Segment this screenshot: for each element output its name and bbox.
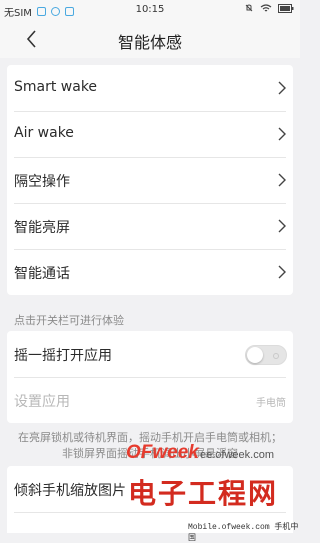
status-right — [244, 3, 294, 13]
setting-label: Smart wake — [14, 79, 98, 95]
setting-label: 智能亮屏 — [14, 220, 70, 236]
watermark-brand: OFweek — [126, 442, 199, 463]
setting-label: Air wake — [14, 125, 74, 141]
setting-row-shake-open-app[interactable]: 摇一摇打开应用 — [7, 331, 293, 377]
watermark-url: ee.ofweek.com — [200, 449, 274, 461]
shake-toggle[interactable] — [245, 345, 287, 365]
setting-label: 摇一摇打开应用 — [14, 348, 112, 364]
chevron-right-icon — [278, 127, 286, 141]
divider — [14, 512, 286, 513]
settings-card: Smart wake Air wake 隔空操作 智能亮屏 智能通话 — [7, 65, 293, 295]
page-title: 智能体感 — [117, 33, 182, 52]
section-hint: 点击开关栏可进行体验 — [14, 314, 124, 327]
chevron-right-icon — [278, 81, 286, 95]
mute-icon — [245, 4, 253, 12]
setting-label: 设置应用 — [14, 394, 70, 410]
setting-row-smart-call[interactable]: 智能通话 — [7, 249, 293, 295]
setting-row-smart-screen-on[interactable]: 智能亮屏 — [7, 203, 293, 249]
setting-row-smart-wake[interactable]: Smart wake — [7, 65, 293, 111]
chevron-right-icon — [278, 265, 286, 279]
setting-label: 倾斜手机缩放图片 — [14, 483, 126, 499]
chevron-right-icon — [278, 173, 286, 187]
toggle-off-indicator — [273, 353, 279, 359]
setting-value: 手电筒 — [256, 398, 286, 409]
chevron-right-icon — [278, 219, 286, 233]
setting-label: 智能通话 — [14, 266, 70, 282]
watermark-text: 电子工程网 — [128, 477, 279, 510]
battery-icon — [278, 3, 294, 13]
setting-label: 隔空操作 — [14, 174, 70, 190]
nav-bar: 智能体感 — [0, 20, 300, 58]
toggle-knob — [247, 347, 263, 363]
status-bar: 无SIM 10:15 — [0, 0, 300, 20]
setting-row-air-wake[interactable]: Air wake — [7, 111, 293, 157]
wifi-icon — [260, 4, 272, 12]
shake-card: 摇一摇打开应用 设置应用 手电筒 — [7, 331, 293, 423]
watermark-footer: Mobile.ofweek.com 手机中国 — [188, 523, 299, 543]
setting-row-air-gesture[interactable]: 隔空操作 — [7, 157, 293, 203]
setting-row-set-app: 设置应用 手电筒 — [7, 377, 293, 423]
